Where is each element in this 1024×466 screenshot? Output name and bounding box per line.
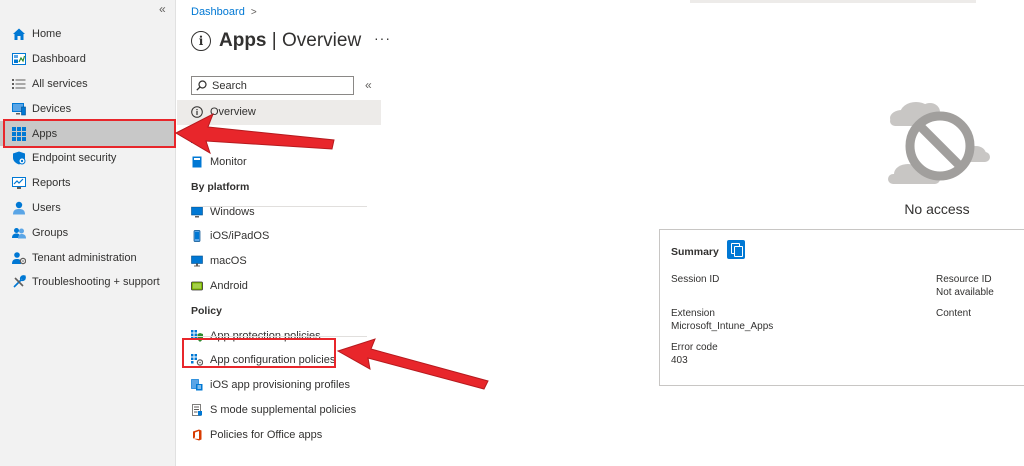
menu-item-android[interactable]: Android [177,274,381,299]
menu-item-label: macOS [210,255,247,268]
doc-policy-icon [191,404,203,416]
search-icon [196,80,207,91]
mac-monitor-icon [191,255,203,267]
summary-card: Summary Session ID Resource ID Not avail… [659,229,1024,386]
nav-item-label: Tenant administration [32,251,137,264]
office-icon [191,429,203,441]
menu-search [191,76,354,95]
dashboard-icon [12,52,26,66]
no-access-cloud-icon [888,102,990,184]
page-header: i Apps | Overview [191,30,361,52]
highlight-box-apps [3,119,176,148]
menu-item-monitor[interactable]: Monitor [177,150,381,175]
nav-item-label: Reports [32,177,71,190]
nav-item-endpoint-security[interactable]: Endpoint security [0,146,176,171]
section-divider [191,206,367,207]
menu-item-overview[interactable]: Overview [177,100,381,125]
collapse-menu-button[interactable]: « [365,78,372,92]
nav-item-users[interactable]: Users [0,196,176,221]
breadcrumb: Dashboard > [191,6,257,18]
menu-item-all-apps[interactable]: All apps [177,125,381,150]
menu-item-s-mode-supplemental-policies[interactable]: S mode supplemental policies [177,398,381,423]
resource-menu: Overview All apps Monitor By platform Wi… [177,100,381,447]
nav-item-label: All services [32,77,88,90]
tenant-admin-icon [12,251,27,265]
nav-item-tenant-administration[interactable]: Tenant administration [0,245,176,270]
content-label: Content [936,308,972,319]
android-tablet-icon [191,280,203,292]
page-subtitle: Overview [282,30,362,51]
info-icon: i [191,31,211,51]
nav-item-label: Users [32,201,61,214]
no-access-text: No access [904,201,970,217]
menu-item-macos[interactable]: macOS [177,249,381,274]
error-code-label: Error code [671,342,718,353]
resource-id-label: Resource ID [936,274,992,285]
resource-id-value: Not available [936,287,994,298]
nav-list: Home Dashboard All services Devices Apps… [0,22,176,295]
menu-item-label: Monitor [210,155,247,168]
nav-item-groups[interactable]: Groups [0,220,176,245]
more-options-button[interactable]: ··· [374,30,391,46]
monitor-book-icon [191,156,203,168]
highlight-box-app-protection [182,338,336,368]
nav-item-all-services[interactable]: All services [0,72,176,97]
session-id-label: Session ID [671,274,720,285]
copy-icon[interactable] [727,240,745,259]
error-code-value: 403 [671,355,688,366]
breadcrumb-separator: > [250,6,257,18]
menu-item-label: iOS/iPadOS [210,230,270,243]
nav-item-label: Groups [32,226,69,239]
menu-item-label: S mode supplemental policies [210,403,357,416]
search-input[interactable] [212,79,342,92]
groups-icon [12,226,26,240]
menu-item-label: Policies for Office apps [210,428,323,441]
extension-label: Extension [671,308,715,319]
title-separator: | [271,30,277,51]
nav-item-troubleshooting-support[interactable]: Troubleshooting + support [0,270,176,295]
windows-monitor-icon [191,206,203,218]
menu-item-label: Windows [210,205,255,218]
section-policy: Policy [191,304,222,317]
nav-item-reports[interactable]: Reports [0,171,176,196]
top-divider [690,0,976,3]
all-apps-icon [191,131,203,144]
page-title-main: Apps [219,30,267,51]
nav-item-dashboard[interactable]: Dashboard [0,47,176,72]
reports-icon [12,176,26,190]
menu-item-policies-for-office-apps[interactable]: Policies for Office apps [177,422,381,447]
devices-icon [12,102,26,116]
nav-item-label: Endpoint security [32,152,117,165]
nav-item-home[interactable]: Home [0,22,176,47]
section-by-platform: By platform [191,180,250,193]
collapse-nav-button[interactable]: « [159,2,166,16]
nav-item-label: Home [32,28,62,41]
left-navigation: « Home Dashboard All services Devices Ap… [0,0,176,466]
breadcrumb-link-dashboard[interactable]: Dashboard [191,6,245,18]
list-icon [12,77,26,91]
nav-item-label: Dashboard [32,53,86,66]
menu-item-label: iOS app provisioning profiles [210,379,351,392]
user-icon [12,201,26,215]
wrench-icon [12,275,26,289]
summary-title: Summary [671,246,719,258]
nav-item-label: Devices [32,102,72,115]
menu-item-ios-app-provisioning-profiles[interactable]: iOS app provisioning profiles [177,373,381,398]
nav-item-devices[interactable]: Devices [0,96,176,121]
home-icon [12,27,26,41]
extension-value: Microsoft_Intune_Apps [671,321,774,332]
section-divider [191,336,367,337]
menu-item-label: Overview [210,106,256,119]
phone-icon [191,230,203,243]
nav-item-label: Troubleshooting + support [32,276,160,289]
menu-item-ios-ipados[interactable]: iOS/iPadOS [177,224,381,249]
menu-item-windows[interactable]: Windows [177,199,381,224]
shield-icon [12,151,26,165]
menu-item-label: All apps [210,131,250,144]
provisioning-icon [191,379,203,391]
menu-item-label: Android [210,279,248,292]
page-title: Apps | Overview [219,30,361,52]
info-icon [191,106,203,119]
